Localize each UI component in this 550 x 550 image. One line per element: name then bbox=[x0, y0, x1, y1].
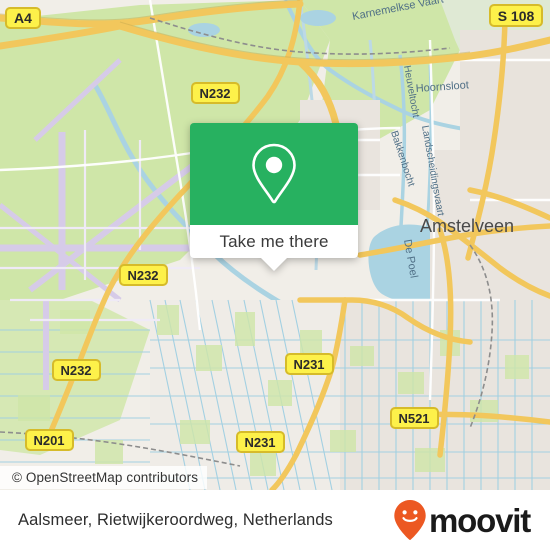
location-title: Aalsmeer, Rietwijkeroordweg, Netherlands bbox=[18, 510, 333, 529]
road-shield-n231-lower-label: N231 bbox=[244, 435, 275, 450]
location-popup-card[interactable]: Take me there bbox=[190, 123, 358, 271]
road-shield-s108: S 108 bbox=[489, 4, 543, 27]
road-shield-n201: N201 bbox=[25, 429, 74, 451]
popup-action-area[interactable]: Take me there bbox=[190, 225, 358, 258]
road-shield-n232-mid-label: N232 bbox=[127, 268, 158, 283]
moovit-pin-smiley-icon bbox=[394, 500, 426, 540]
place-label-amstelveen: Amstelveen bbox=[420, 216, 514, 236]
map-pin-icon bbox=[252, 143, 296, 204]
moovit-wordmark: moovit bbox=[429, 501, 531, 539]
road-shield-n231-upper-label: N231 bbox=[293, 357, 324, 372]
moovit-map-page: A4 S 108 N232 N232 N232 N231 N231 N201 N… bbox=[0, 0, 550, 550]
road-shield-a4-label: A4 bbox=[14, 10, 32, 26]
road-shield-n232-top: N232 bbox=[191, 82, 240, 104]
popup-icon-area bbox=[190, 123, 358, 225]
road-shield-n521-label: N521 bbox=[398, 411, 429, 426]
road-shield-n232-top-label: N232 bbox=[199, 86, 230, 101]
road-shield-n232-lower: N232 bbox=[52, 359, 101, 381]
footer-bar: Aalsmeer, Rietwijkeroordweg, Netherlands… bbox=[0, 490, 550, 550]
road-shield-n232-lower-label: N232 bbox=[60, 363, 91, 378]
road-shield-n521: N521 bbox=[390, 407, 439, 429]
take-me-there-button[interactable]: Take me there bbox=[219, 232, 328, 252]
road-shield-n231-lower: N231 bbox=[236, 431, 285, 453]
pond-3 bbox=[300, 10, 336, 26]
road-shield-a4: A4 bbox=[5, 7, 41, 29]
road-shield-s108-label: S 108 bbox=[498, 8, 535, 24]
osm-attribution[interactable]: © OpenStreetMap contributors bbox=[0, 466, 208, 489]
road-shield-n201-label: N201 bbox=[33, 433, 64, 448]
road-shield-n232-mid: N232 bbox=[119, 264, 168, 286]
road-shield-n231-upper: N231 bbox=[285, 353, 334, 375]
moovit-brand[interactable]: moovit bbox=[393, 499, 531, 541]
popup-pointer-tail bbox=[261, 258, 287, 271]
